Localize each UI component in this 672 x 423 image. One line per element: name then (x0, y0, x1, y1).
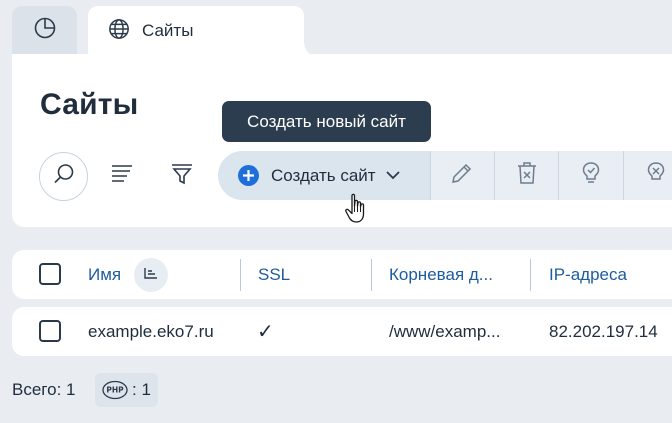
more-action-button[interactable] (624, 151, 672, 200)
sort-lines-icon (143, 266, 159, 285)
dashboard-pie-icon (33, 16, 57, 45)
select-all-checkbox[interactable] (39, 263, 61, 285)
trash-icon (516, 161, 538, 190)
tab-sites-label: Сайты (142, 21, 194, 40)
list-lines-icon (110, 163, 134, 190)
delete-button[interactable] (495, 151, 560, 200)
search-button[interactable] (39, 152, 88, 201)
edit-button[interactable] (431, 151, 496, 200)
hint-button[interactable] (559, 151, 624, 200)
create-site-button[interactable]: Создать сайт (218, 151, 431, 200)
filter-button[interactable] (162, 152, 202, 200)
column-header-name[interactable]: Имя (88, 250, 121, 299)
column-header-ssl[interactable]: SSL (258, 250, 290, 299)
total-count: Всего: 1 (12, 380, 76, 399)
lightbulb-icon (580, 161, 602, 190)
row-checkbox[interactable] (39, 320, 61, 342)
filter-icon (170, 162, 194, 191)
page-title: Сайты (40, 88, 139, 121)
columns-settings-button[interactable] (102, 152, 142, 200)
create-site-label: Создать сайт (271, 165, 376, 185)
plus-circle-icon (238, 165, 259, 186)
lightbulb-x-icon (645, 161, 667, 190)
pencil-icon (450, 161, 474, 190)
tooltip: Создать новый сайт (222, 101, 431, 142)
actions-bar: Создать сайт (218, 151, 672, 200)
table-header: Имя SSL Корневая д... IP-адреса (12, 250, 672, 299)
ssl-check-icon: ✓ (257, 321, 274, 343)
chevron-down-icon (385, 171, 400, 180)
php-icon: PHP (102, 380, 128, 400)
cell-root: /www/examp... (389, 321, 501, 341)
tab-dashboard[interactable] (12, 6, 77, 54)
hand-cursor-icon (344, 193, 370, 230)
column-separator[interactable] (371, 259, 372, 291)
column-header-ip[interactable]: IP-адреса (549, 250, 627, 299)
globe-icon (108, 18, 130, 45)
cell-name: example.eko7.ru (88, 321, 214, 341)
column-header-root[interactable]: Корневая д... (389, 250, 493, 299)
php-count: : 1 (132, 380, 151, 399)
php-icon-text: PHP (106, 386, 124, 395)
sort-button[interactable] (134, 258, 168, 292)
column-separator[interactable] (530, 259, 531, 291)
cell-ip: 82.202.197.14 (549, 321, 658, 341)
table-row[interactable]: example.eko7.ru ✓ /www/examp... 82.202.1… (12, 307, 672, 356)
search-icon (52, 162, 76, 191)
tab-sites[interactable]: Сайты (88, 6, 304, 56)
column-separator[interactable] (240, 259, 241, 291)
php-badge[interactable]: PHP : 1 (95, 373, 158, 407)
